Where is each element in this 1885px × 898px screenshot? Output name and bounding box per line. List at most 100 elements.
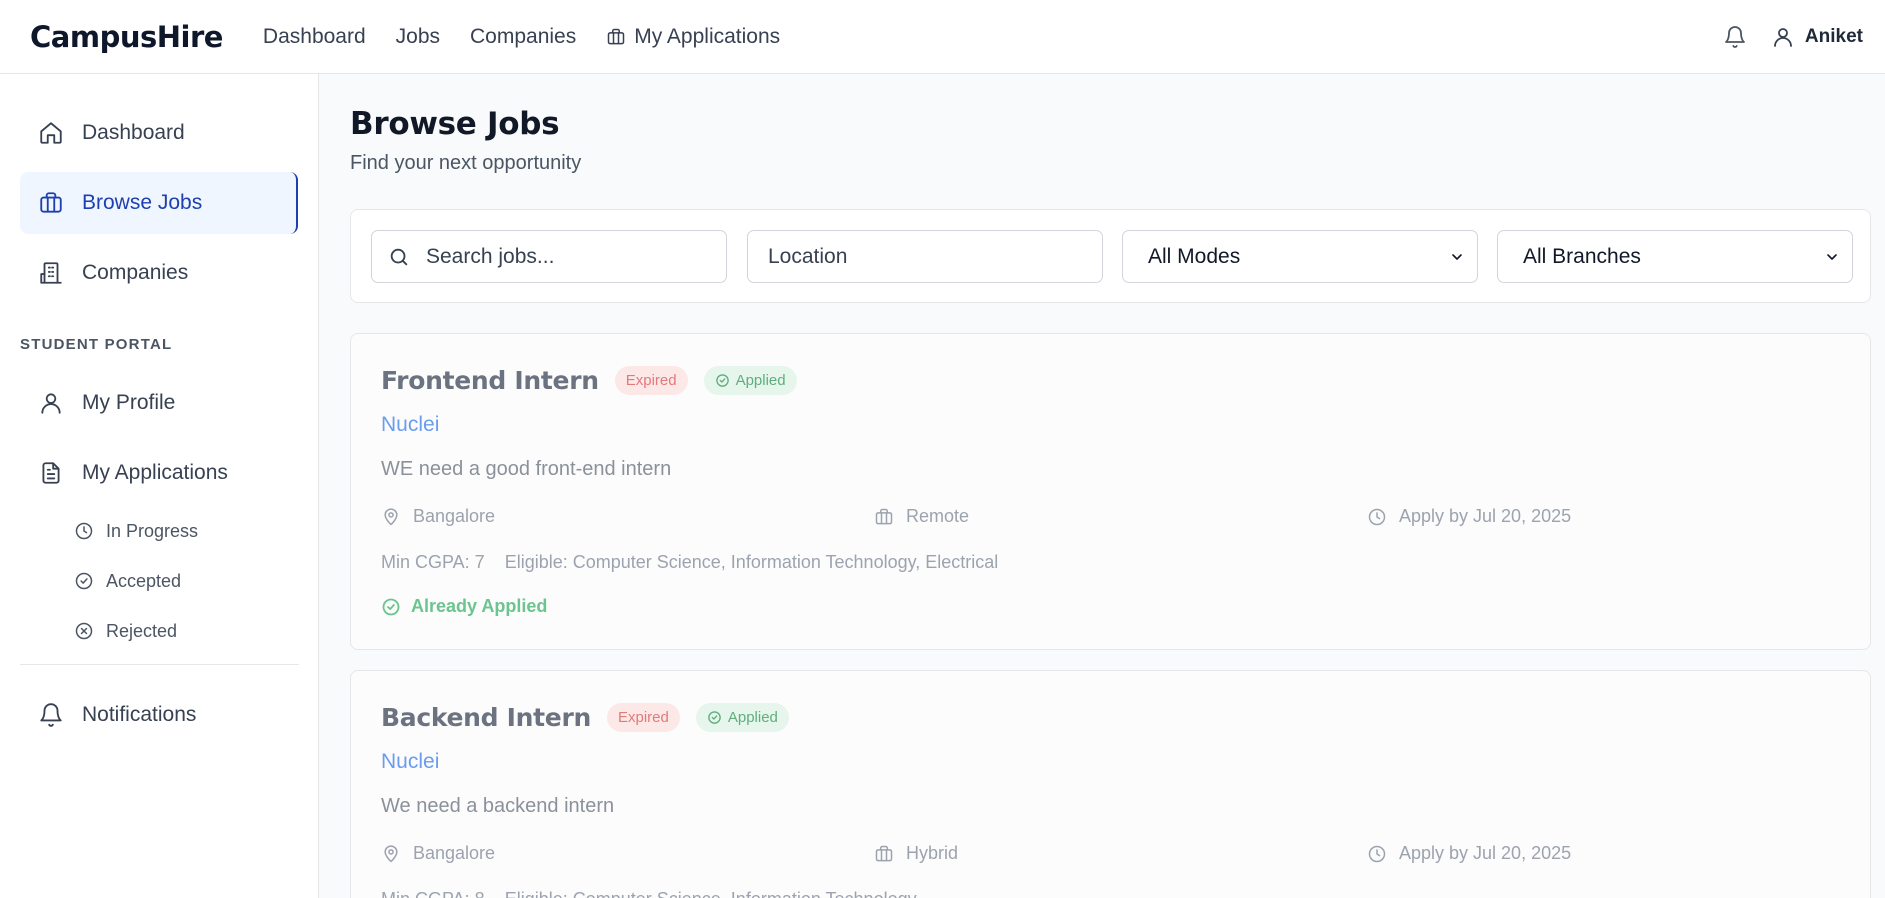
expired-badge: Expired	[614, 366, 688, 395]
location-input[interactable]: Location	[747, 230, 1103, 283]
applied-badge: Applied	[703, 366, 797, 395]
job-mode: Remote	[874, 506, 969, 527]
job-location: Bangalore	[381, 506, 495, 527]
briefcase-icon	[608, 28, 625, 44]
company-link[interactable]: Nuclei	[381, 750, 439, 774]
job-deadline-text: Apply by Jul 20, 2025	[1399, 506, 1572, 526]
user-icon	[41, 393, 61, 414]
job-requirements: Min CGPA: 8 Eligible: Computer Science, …	[381, 889, 917, 898]
briefcase-icon	[875, 845, 893, 861]
clock-icon	[1368, 845, 1386, 862]
job-description: We need a backend intern	[381, 795, 615, 817]
mode-select[interactable]: All Modes	[1122, 230, 1478, 283]
job-title: Frontend Intern	[381, 366, 599, 395]
check-circle-icon	[715, 374, 729, 387]
document-icon	[42, 462, 60, 484]
job-mode-text: Remote	[906, 506, 970, 526]
applied-badge-label: Applied	[735, 372, 786, 389]
job-location-text: Bangalore	[413, 506, 496, 526]
sidebar-subitem-label: Accepted	[106, 570, 182, 591]
sidebar-item-label: Browse Jobs	[82, 191, 203, 214]
chevron-down-icon	[1452, 253, 1462, 260]
expired-badge: Expired	[607, 703, 680, 732]
search-icon	[390, 248, 408, 265]
eligible-branches: Eligible: Computer Science, Information …	[505, 889, 917, 898]
search-input[interactable]: Search jobs...	[371, 230, 727, 283]
job-card[interactable]: Backend Intern Expired Applied Nuclei We…	[350, 670, 1871, 898]
applied-badge: Applied	[695, 703, 789, 732]
topnav-applications-link[interactable]: My Applications	[606, 25, 780, 49]
bell-icon	[1725, 25, 1745, 48]
sidebar-section-heading: STUDENT PORTAL	[20, 336, 173, 353]
min-cgpa: Min CGPA: 8	[381, 889, 485, 898]
sidebar-item-companies[interactable]: Companies	[20, 242, 298, 304]
branch-select-value: All Branches	[1523, 244, 1641, 268]
top-nav: Dashboard Jobs Companies My Applications	[263, 25, 780, 49]
sidebar-item-label: Companies	[82, 261, 189, 284]
job-deadline: Apply by Jul 20, 2025	[1367, 843, 1571, 864]
sidebar-subitem-rejected[interactable]: Rejected	[74, 616, 177, 646]
job-location-text: Bangalore	[413, 843, 496, 863]
clock-icon	[75, 522, 93, 540]
top-navbar: CampusHire Dashboard Jobs Companies My A…	[0, 0, 1885, 74]
mode-select-value: All Modes	[1148, 244, 1241, 268]
building-icon	[40, 262, 62, 284]
user-name: Aniket	[1804, 25, 1863, 47]
sidebar-item-label: My Profile	[82, 391, 176, 414]
topnav-jobs-link[interactable]: Jobs	[396, 25, 440, 49]
sidebar-item-label: My Applications	[82, 461, 228, 484]
sidebar-subitem-in-progress[interactable]: In Progress	[74, 516, 198, 546]
user-menu-button[interactable]: Aniket	[1771, 25, 1863, 49]
sidebar-item-label: Dashboard	[82, 121, 185, 144]
filter-bar: Search jobs... Location All Modes All Br…	[350, 209, 1871, 303]
briefcase-icon	[40, 192, 62, 213]
map-pin-icon	[384, 507, 398, 525]
chevron-down-icon	[1827, 253, 1837, 260]
sidebar-subitem-label: Rejected	[106, 620, 178, 641]
branch-select[interactable]: All Branches	[1497, 230, 1853, 283]
applied-badge-label: Applied	[727, 709, 778, 726]
sidebar-subitem-accepted[interactable]: Accepted	[74, 566, 181, 596]
job-title: Backend Intern	[381, 703, 591, 732]
job-card[interactable]: Frontend Intern Expired Applied Nuclei W…	[350, 333, 1871, 650]
sidebar-item-browse-jobs[interactable]: Browse Jobs	[20, 172, 298, 234]
job-deadline-text: Apply by Jul 20, 2025	[1399, 843, 1572, 863]
sidebar-item-notifications[interactable]: Notifications	[20, 684, 298, 746]
check-circle-icon	[708, 711, 721, 724]
page-subtitle: Find your next opportunity	[350, 152, 582, 174]
sidebar-subitem-label: In Progress	[106, 520, 199, 541]
sidebar: Dashboard Browse Jobs Companies STUDENT …	[0, 74, 319, 898]
company-link[interactable]: Nuclei	[381, 413, 439, 437]
check-circle-icon	[75, 572, 93, 590]
topbar-actions: Aniket	[1723, 25, 1863, 49]
bell-icon	[40, 703, 62, 727]
map-pin-icon	[384, 844, 398, 862]
job-requirements: Min CGPA: 7 Eligible: Computer Science, …	[381, 552, 998, 573]
home-icon	[40, 122, 62, 144]
job-deadline: Apply by Jul 20, 2025	[1367, 506, 1571, 527]
clock-icon	[1368, 508, 1386, 525]
application-status-text: Already Applied	[411, 596, 548, 616]
briefcase-icon	[875, 508, 893, 524]
topnav-companies-link[interactable]: Companies	[470, 25, 576, 49]
sidebar-item-dashboard[interactable]: Dashboard	[20, 102, 298, 164]
page-title: Browse Jobs	[350, 106, 560, 142]
topnav-dashboard-link[interactable]: Dashboard	[263, 25, 366, 49]
check-circle-icon	[382, 598, 400, 615]
sidebar-item-my-profile[interactable]: My Profile	[20, 372, 298, 434]
job-mode-text: Hybrid	[906, 843, 959, 863]
x-circle-icon	[75, 622, 93, 640]
notifications-button[interactable]	[1723, 25, 1747, 49]
location-placeholder: Location	[768, 244, 848, 268]
application-status: Already Applied	[381, 596, 547, 617]
eligible-branches: Eligible: Computer Science, Information …	[504, 552, 999, 572]
user-icon	[1774, 27, 1792, 47]
sidebar-divider	[20, 664, 299, 665]
sidebar-item-label: Notifications	[82, 703, 197, 726]
job-title-row: Backend Intern Expired Applied	[381, 703, 789, 732]
sidebar-item-my-applications[interactable]: My Applications	[20, 442, 298, 504]
brand-logo[interactable]: CampusHire	[30, 20, 223, 54]
job-description: WE need a good front-end intern	[381, 458, 672, 480]
min-cgpa: Min CGPA: 7	[381, 552, 485, 572]
search-placeholder: Search jobs...	[426, 244, 555, 268]
